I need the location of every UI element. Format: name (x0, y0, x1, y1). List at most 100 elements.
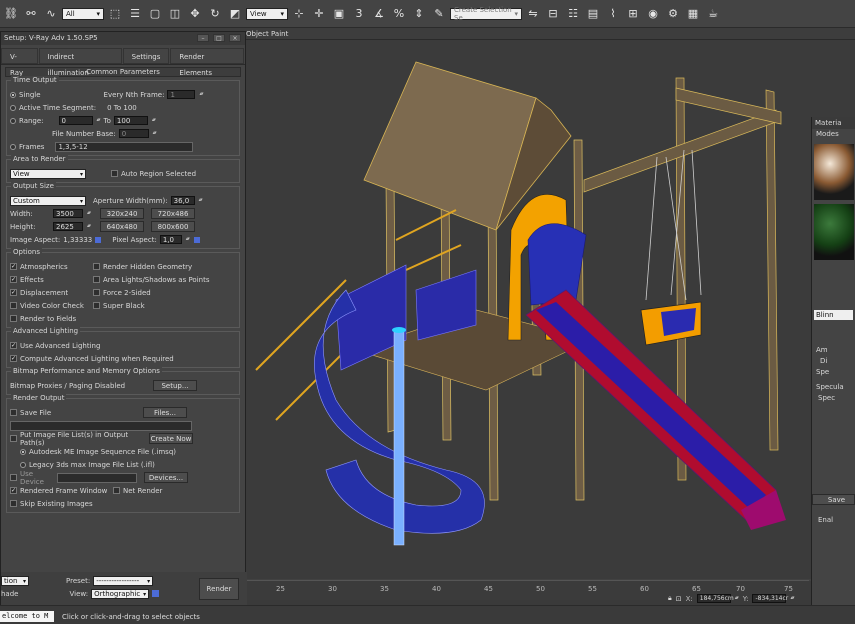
select-manipulate-icon[interactable]: ✛ (310, 4, 328, 24)
minimize-icon[interactable]: – (197, 34, 209, 42)
use-device-checkbox[interactable] (10, 474, 17, 481)
single-radio[interactable] (10, 91, 16, 98)
active-segment-radio[interactable] (10, 104, 16, 111)
close-icon[interactable]: × (229, 34, 241, 42)
perspective-viewport[interactable] (246, 40, 855, 600)
net-render-checkbox[interactable] (113, 487, 120, 494)
tab-settings[interactable]: Settings (122, 48, 170, 64)
bind-spacewarp-icon[interactable]: ∿ (42, 4, 60, 24)
tab-vray[interactable]: V-Ray (1, 48, 38, 77)
schematic-view-icon[interactable]: ⊞ (624, 4, 642, 24)
select-object-icon[interactable]: ⬚ (106, 4, 124, 24)
render-setup-titlebar[interactable]: Setup: V-Ray Adv 1.50.SP5 – □ × (1, 32, 245, 45)
snaps-toggle-icon[interactable]: 3 (350, 4, 368, 24)
super-black-checkbox[interactable] (93, 302, 100, 309)
material-editor-icon[interactable]: ◉ (644, 4, 662, 24)
use-advanced-lighting-checkbox[interactable]: ✓ (10, 342, 17, 349)
area-lights-checkbox[interactable] (93, 276, 100, 283)
range-from-spinner[interactable]: 0 (58, 116, 100, 125)
force-2sided-checkbox[interactable] (93, 289, 100, 296)
range-radio[interactable] (10, 117, 16, 124)
lock-view-icon[interactable] (152, 590, 160, 597)
frames-radio[interactable] (10, 143, 16, 150)
autodesk-imsq-radio[interactable] (20, 448, 26, 455)
link-icon[interactable]: ⛓ (2, 4, 20, 24)
mirror-icon[interactable]: ⇋ (524, 4, 542, 24)
preset-320x240-button[interactable]: 320x240 (100, 208, 144, 219)
render-production-icon[interactable]: ☕ (704, 4, 722, 24)
maximize-icon[interactable]: □ (213, 34, 225, 42)
bitmap-setup-button[interactable]: Setup... (153, 380, 197, 391)
rendered-frame-window-checkbox[interactable]: ✓ (10, 487, 17, 494)
file-number-base-spinner[interactable]: 0 (118, 129, 156, 138)
skip-existing-checkbox[interactable] (10, 500, 17, 507)
maxscript-listener[interactable]: elcome to M (0, 611, 54, 622)
files-button[interactable]: Files... (143, 407, 187, 418)
timeline-ruler[interactable]: 25 30 35 40 45 50 55 60 65 70 75 (246, 580, 809, 593)
aperture-width-spinner[interactable]: 36,0 (170, 196, 202, 205)
layer-manager-icon[interactable]: ☷ (564, 4, 582, 24)
displacement-checkbox[interactable]: ✓ (10, 289, 17, 296)
target-dropdown[interactable]: tion (1, 575, 29, 586)
save-file-checkbox[interactable] (10, 409, 17, 416)
devices-button[interactable]: Devices... (144, 472, 188, 483)
scale-icon[interactable]: ◩ (226, 4, 244, 24)
y-coordinate-field[interactable]: -834,314cr (752, 594, 793, 603)
tab-render-elements[interactable]: Render Elements (170, 48, 244, 77)
preset-dropdown[interactable]: ----------------- (93, 575, 154, 586)
compute-advanced-lighting-checkbox[interactable]: ✓ (10, 355, 17, 362)
curve-editor-icon[interactable]: ⌇ (604, 4, 622, 24)
render-setup-dialog[interactable]: Setup: V-Ray Adv 1.50.SP5 – □ × V-Ray In… (0, 31, 247, 606)
lock-selection-icon[interactable]: 🔒︎ (668, 594, 672, 603)
keyboard-shortcut-icon[interactable]: ▣ (330, 4, 348, 24)
legacy-ifl-radio[interactable] (20, 461, 26, 468)
preset-720x486-button[interactable]: 720x486 (151, 208, 195, 219)
pixel-aspect-spinner[interactable]: 1,0 (159, 235, 189, 244)
x-coordinate-field[interactable]: 184,756cm (696, 594, 738, 603)
window-crossing-icon[interactable]: ◫ (166, 4, 184, 24)
material-slot-wood[interactable] (814, 144, 854, 200)
material-editor-modes-menu[interactable]: Modes (812, 129, 855, 140)
pivot-icon[interactable]: ⊹ (290, 4, 308, 24)
viewport-menu-label[interactable]: Object Paint (246, 30, 288, 38)
shader-type-dropdown[interactable]: Blinn (814, 310, 853, 320)
preset-640x480-button[interactable]: 640x480 (100, 221, 144, 232)
width-spinner[interactable]: 3500 (53, 209, 90, 218)
atmospherics-checkbox[interactable]: ✓ (10, 263, 17, 270)
material-editor-window[interactable]: Materia Modes Blinn Am Di Spe Specula Sp… (811, 117, 855, 624)
output-size-dropdown[interactable]: Custom (10, 195, 86, 206)
output-path-field[interactable] (10, 420, 192, 431)
absolute-mode-icon[interactable]: ⊡ (676, 595, 682, 603)
save-button[interactable]: Save (812, 494, 855, 505)
render-hidden-checkbox[interactable] (93, 263, 100, 270)
tab-indirect-illumination[interactable]: Indirect illumination (38, 48, 122, 77)
named-selection-set-dropdown[interactable]: Create Selection Se ▾ (450, 6, 522, 22)
area-to-render-dropdown[interactable]: View (10, 168, 86, 179)
move-icon[interactable]: ✥ (186, 4, 204, 24)
effects-checkbox[interactable]: ✓ (10, 276, 17, 283)
spinner-snap-icon[interactable]: ⇕ (410, 4, 428, 24)
selection-filter-dropdown[interactable]: All ▾ (62, 7, 104, 20)
angle-snap-icon[interactable]: ∡ (370, 4, 388, 24)
lock-aspect-icon[interactable] (95, 236, 102, 243)
height-spinner[interactable]: 2625 (53, 222, 90, 231)
material-slot-green[interactable] (814, 204, 854, 260)
align-icon[interactable]: ⊟ (544, 4, 562, 24)
preset-800x600-button[interactable]: 800x600 (151, 221, 195, 232)
frames-input[interactable]: 1,3,5-12 (55, 141, 194, 152)
rendered-frame-window-icon[interactable]: ▦ (684, 4, 702, 24)
reference-coordinate-dropdown[interactable]: View ▾ (246, 7, 288, 20)
lock-pixel-aspect-icon[interactable] (193, 236, 200, 243)
unlink-icon[interactable]: ⚯ (22, 4, 40, 24)
every-nth-spinner[interactable]: 1 (167, 90, 202, 99)
rect-selection-icon[interactable]: ▢ (146, 4, 164, 24)
edit-named-selection-icon[interactable]: ✎ (430, 4, 448, 24)
graphite-ribbon-icon[interactable]: ▤ (584, 4, 602, 24)
render-setup-icon[interactable]: ⚙ (664, 4, 682, 24)
put-image-list-checkbox[interactable] (10, 435, 17, 442)
render-to-fields-checkbox[interactable] (10, 315, 17, 322)
view-dropdown[interactable]: Orthographic (91, 588, 150, 599)
select-by-name-icon[interactable]: ☰ (126, 4, 144, 24)
video-color-check-checkbox[interactable] (10, 302, 17, 309)
rotate-icon[interactable]: ↻ (206, 4, 224, 24)
